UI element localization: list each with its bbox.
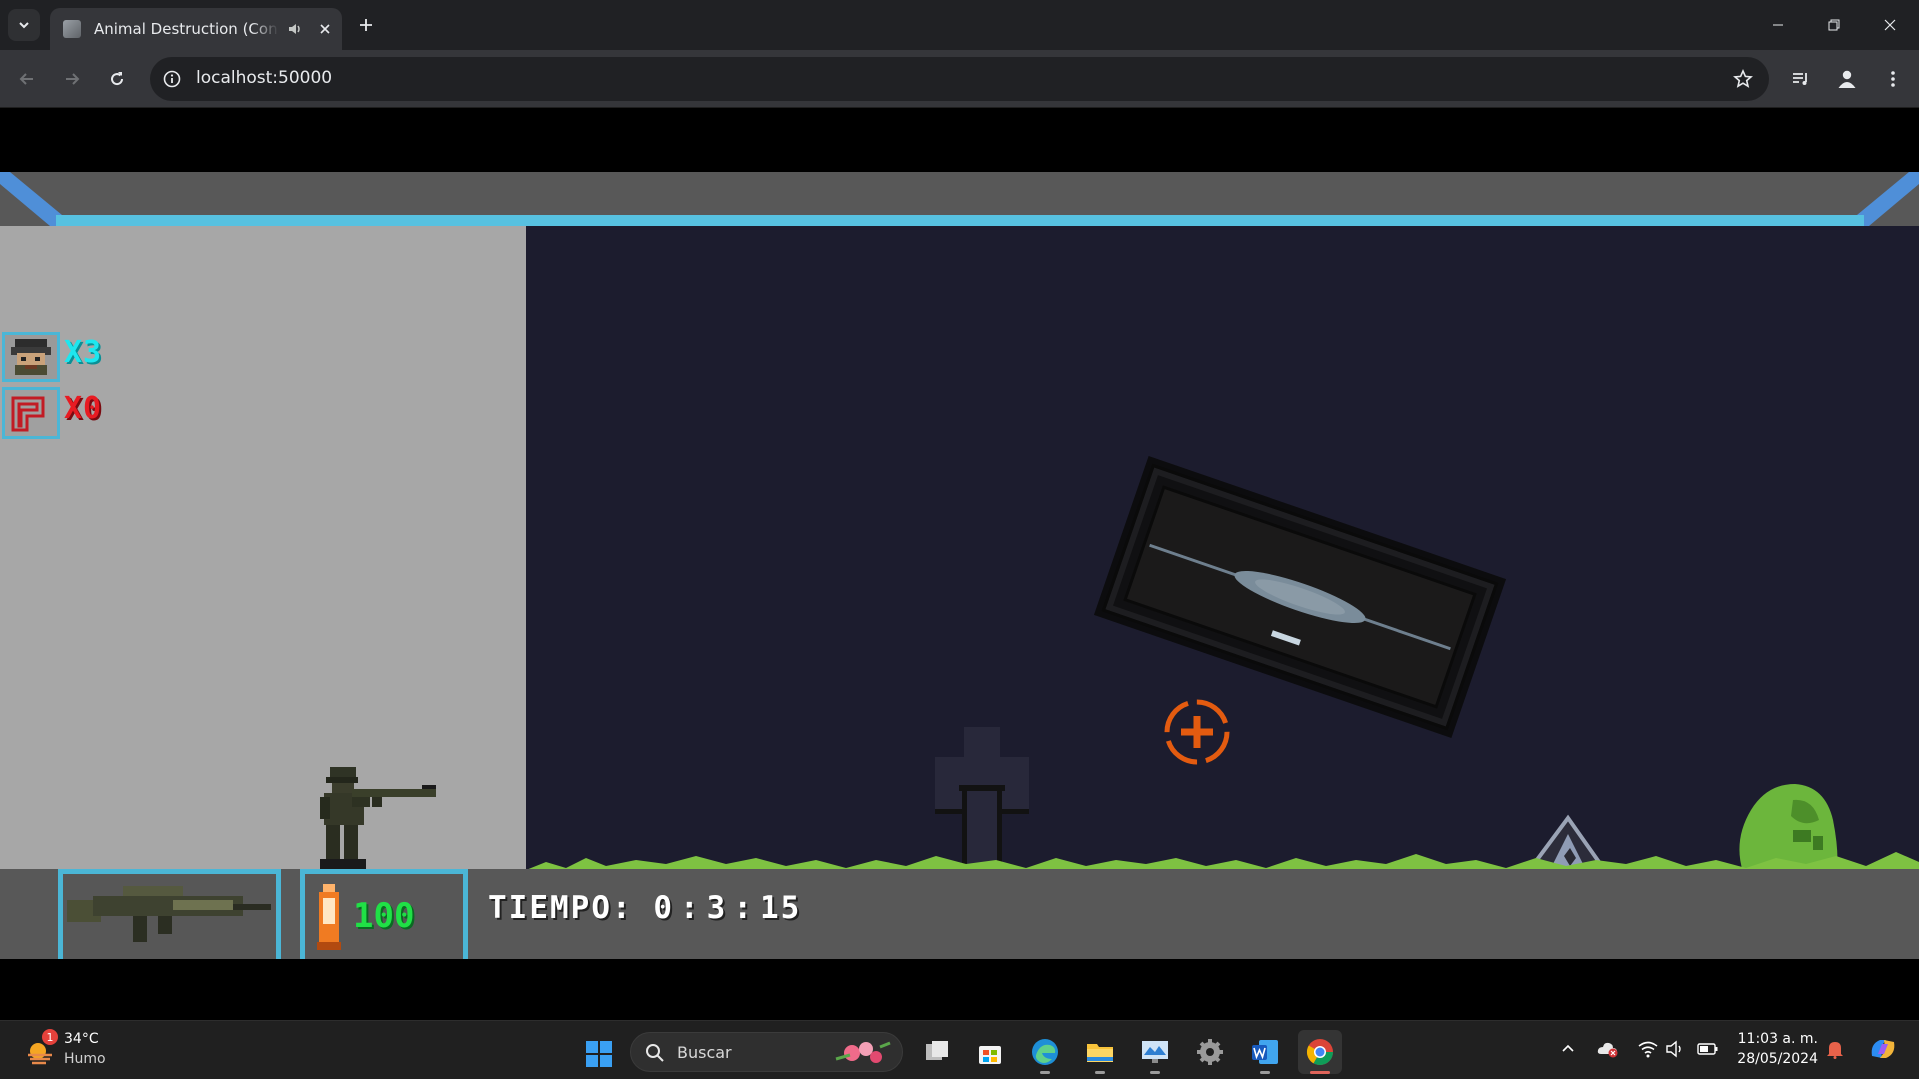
tab-audio-speaker-icon[interactable] [285,19,305,39]
system-clock[interactable]: 11:03 a. m. 28/05/2024 [1728,1029,1818,1069]
game-canvas[interactable]: X3 X0 100 TIEMPO: 0: 3: 15 [0,172,1919,959]
speaker-icon [1666,1040,1681,1058]
current-weapon-slot [58,869,281,959]
key-item-icon [2,387,60,439]
keys-count-text: X0 [64,391,103,426]
weather-widget[interactable]: 1 34°C Humo [20,1029,130,1073]
media-controls-button[interactable] [1784,62,1818,96]
forward-button[interactable] [55,62,89,96]
word-icon [1252,1040,1278,1064]
ammo-count-text: 100 [353,896,415,936]
url-text: localhost:50000 [196,68,333,88]
cloud-error-icon [1597,1042,1618,1058]
player-soldier-sprite [320,767,436,869]
search-placeholder: Buscar [677,1043,732,1062]
task-view-icon [926,1041,948,1060]
assault-rifle-icon [67,886,271,942]
clock-date: 28/05/2024 [1737,1051,1818,1067]
arrow-right-icon [66,73,80,85]
start-button[interactable] [579,1034,619,1074]
browser-tab-bar: Animal Destruction (Construct 3) [0,0,1919,50]
tab-search-button[interactable] [8,9,40,41]
show-hidden-icons-button[interactable] [1556,1037,1580,1061]
minimize-icon [1773,24,1783,26]
edge-browser-icon [1032,1039,1058,1065]
timer-label: TIEMPO: [488,890,633,926]
photos-monitor-icon [1142,1041,1168,1063]
gear-icon [1197,1039,1223,1065]
taskbar-settings[interactable] [1188,1030,1232,1074]
taskbar-search-box[interactable]: Buscar [630,1032,903,1072]
ammo-slot: 100 [300,869,468,959]
arrow-left-icon [19,73,33,85]
tray-copilot[interactable] [1866,1032,1900,1066]
wifi-icon [1638,1041,1658,1058]
browser-toolbar: localhost:50000 [0,50,1919,108]
reload-icon [111,72,124,86]
address-bar[interactable]: localhost:50000 [150,57,1769,101]
store-bag-icon [979,1046,1001,1064]
tray-onedrive-error[interactable] [1596,1037,1620,1061]
taskbar-edge[interactable] [1023,1030,1067,1074]
tab-close-icon[interactable] [315,19,335,39]
bottom-hud-bar [0,869,1919,959]
tray-notifications[interactable] [1823,1037,1847,1061]
windows-logo-icon [586,1041,612,1067]
active-tab[interactable]: Animal Destruction (Construct 3) [50,8,342,50]
restore-icon [1828,19,1840,31]
kebab-menu-icon [1891,71,1895,87]
weather-temperature: 34°C [64,1031,99,1047]
taskbar-file-explorer[interactable] [1078,1030,1122,1074]
lives-count-text: X3 [64,335,103,370]
taskbar-photos[interactable] [1133,1030,1177,1074]
tab-title: Animal Destruction (Construct 3) [94,20,279,38]
crosshair-reticle-icon [1164,699,1230,765]
top-border-line [56,215,1864,226]
bell-icon [1827,1042,1843,1059]
chrome-icon [1306,1039,1334,1066]
weather-notification-badge: 1 [42,1029,58,1045]
search-icon [646,1044,664,1062]
reload-button[interactable] [100,62,134,96]
clock-time: 11:03 a. m. [1737,1031,1818,1047]
folder-icon [1087,1044,1113,1062]
restore-button[interactable] [1806,0,1862,50]
windows-taskbar: 1 34°C Humo Buscar 11:03 a. m. 28/05/202… [0,1020,1919,1079]
taskbar-microsoft-store[interactable] [968,1030,1012,1074]
close-icon [1884,19,1896,31]
taskbar-word[interactable] [1243,1030,1287,1074]
weather-condition: Humo [64,1051,106,1067]
search-highlight-flowers-icon [835,1041,891,1063]
copilot-icon [1871,1040,1895,1058]
timer-seconds: 15 [760,890,802,926]
chevron-up-icon [1562,1044,1574,1052]
new-tab-button[interactable] [352,11,380,39]
taskbar-chrome[interactable] [1298,1030,1342,1074]
profile-button[interactable] [1830,62,1864,96]
taskbar-task-view[interactable] [915,1030,959,1074]
bookmark-star-icon[interactable] [1731,67,1755,91]
tray-volume[interactable] [1663,1037,1687,1061]
bullet-ammo-icon [317,884,341,950]
tray-battery[interactable] [1696,1037,1720,1061]
tray-wifi[interactable] [1636,1037,1660,1061]
plus-icon [360,19,372,31]
minimize-button[interactable] [1750,0,1806,50]
tab-favicon-icon [63,20,81,38]
person-icon [1838,70,1856,88]
page-viewport: X3 X0 100 TIEMPO: 0: 3: 15 [0,109,1919,1020]
back-button[interactable] [10,62,44,96]
browser-menu-button[interactable] [1876,62,1910,96]
site-info-icon[interactable] [160,67,184,91]
chevron-down-icon [19,22,29,29]
close-window-button[interactable] [1862,0,1918,50]
media-queue-icon [1793,73,1807,85]
player-lives-icon [2,332,60,382]
timer-minutes: 3 [706,890,728,926]
background-wall [0,226,526,871]
timer-hours: 0 [653,890,674,926]
battery-charging-icon [1697,1043,1718,1055]
elapsed-time-display: TIEMPO: 0:3:15 [488,890,802,926]
